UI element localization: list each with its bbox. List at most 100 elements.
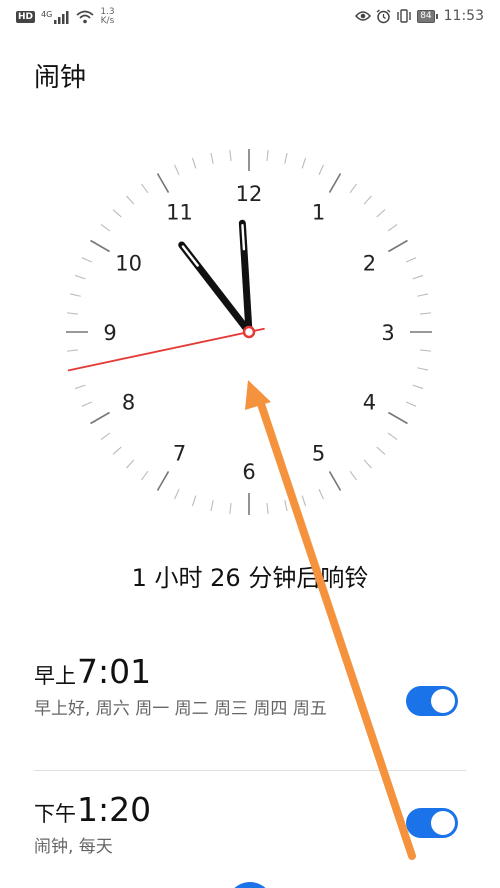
alarm-icon [376, 8, 391, 23]
network-speed: 1.3 K/s [100, 8, 114, 26]
tick-mark [66, 349, 78, 352]
alarm-item[interactable]: 下午 1:20 闹钟, 每天 [34, 790, 466, 862]
tick-mark [405, 257, 417, 263]
tick-mark [100, 223, 111, 232]
tick-mark [376, 209, 386, 218]
tick-mark [266, 149, 269, 161]
battery-icon: 84 [417, 9, 439, 23]
tick-mark [74, 384, 86, 390]
tick-mark [140, 470, 149, 481]
tick-mark [349, 183, 358, 194]
next-alarm-countdown: 1 小时 26 分钟后响铃 [131, 564, 369, 592]
alarm-clock-time: 1:20 [77, 790, 152, 829]
clock-numeral: 11 [166, 201, 193, 225]
status-bar: HD 4G 1.3 K/s 84 11:53 [0, 0, 500, 34]
tick-mark [266, 503, 269, 515]
clock-numeral: 5 [312, 441, 325, 465]
tick-mark [388, 411, 408, 425]
tick-mark [69, 293, 81, 297]
second-hand [67, 327, 265, 372]
tick-mark [420, 349, 432, 352]
eye-icon [355, 11, 372, 21]
tick-mark [156, 173, 170, 193]
clock-numeral: 12 [236, 182, 263, 206]
alarm-period: 下午 [34, 802, 76, 826]
tick-mark [191, 157, 197, 169]
tick-mark [210, 152, 214, 164]
tick-mark [229, 149, 232, 161]
network-type: 4G [41, 9, 53, 19]
tick-mark [229, 503, 232, 515]
toggle-knob [431, 811, 455, 835]
signal-icon [54, 10, 69, 24]
tick-mark [301, 157, 307, 169]
alarm-toggle[interactable] [406, 808, 458, 838]
status-left: HD 4G 1.3 K/s [16, 8, 115, 26]
page-title: 闹钟 [34, 63, 87, 93]
tick-mark [328, 471, 342, 491]
clock-numeral: 6 [242, 460, 255, 484]
clock-numeral: 8 [122, 391, 135, 415]
tick-mark [90, 239, 110, 253]
alarm-period: 早上 [34, 664, 76, 688]
tick-mark [363, 195, 372, 205]
tick-mark [388, 239, 408, 253]
tick-mark [387, 223, 398, 232]
network-speed-unit: K/s [100, 16, 115, 26]
tick-mark [318, 488, 324, 500]
clock-numeral: 10 [115, 252, 142, 276]
tick-mark [417, 293, 429, 297]
tick-mark [90, 411, 110, 425]
tick-mark [417, 367, 429, 371]
clock-center-pin [242, 325, 256, 339]
alarm-description: 早上好, 周六 周一 周二 周三 周四 周五 [34, 699, 327, 719]
divider [34, 770, 466, 771]
wifi-icon [76, 10, 94, 24]
minute-hand-highlight [181, 245, 199, 267]
tick-mark [284, 500, 288, 512]
tick-mark [349, 470, 358, 481]
toggle-knob [431, 689, 455, 713]
hour-hand-highlight [241, 223, 246, 251]
clock-numeral: 2 [363, 252, 376, 276]
tick-mark [112, 446, 122, 455]
alarm-item[interactable]: 早上 7:01 早上好, 周六 周一 周二 周三 周四 周五 [34, 652, 466, 724]
tick-mark [376, 446, 386, 455]
tick-mark [74, 274, 86, 280]
alarm-time: 下午 1:20 [34, 790, 466, 829]
tick-mark [420, 312, 432, 315]
tick-mark [66, 312, 78, 315]
tick-mark [140, 183, 149, 194]
vibrate-icon [397, 9, 411, 23]
tick-mark [412, 384, 424, 390]
alarm-description: 闹钟, 每天 [34, 837, 113, 857]
tick-mark [318, 164, 324, 176]
alarm-toggle[interactable] [406, 686, 458, 716]
tick-mark [412, 274, 424, 280]
tick-mark [363, 459, 372, 469]
clock-numeral: 3 [381, 321, 394, 345]
tick-mark [112, 209, 122, 218]
analog-clock: 121234567891011 [66, 149, 432, 515]
status-right: 84 11:53 [355, 8, 484, 24]
tick-mark [156, 471, 170, 491]
tick-mark [301, 495, 307, 507]
tick-mark [81, 401, 93, 407]
tick-mark [328, 173, 342, 193]
tick-mark [100, 432, 111, 441]
clock-numeral: 4 [363, 391, 376, 415]
add-alarm-button[interactable] [227, 882, 273, 888]
alarm-time: 早上 7:01 [34, 652, 466, 691]
status-time: 11:53 [443, 8, 484, 24]
tick-mark [405, 401, 417, 407]
tick-mark [174, 488, 180, 500]
tick-mark [387, 432, 398, 441]
clock-numeral: 9 [103, 321, 116, 345]
tick-mark [126, 459, 135, 469]
clock-numeral: 1 [312, 201, 325, 225]
tick-mark [284, 152, 288, 164]
tick-mark [191, 495, 197, 507]
clock-numeral: 7 [173, 441, 186, 465]
tick-mark [174, 164, 180, 176]
tick-mark [81, 257, 93, 263]
